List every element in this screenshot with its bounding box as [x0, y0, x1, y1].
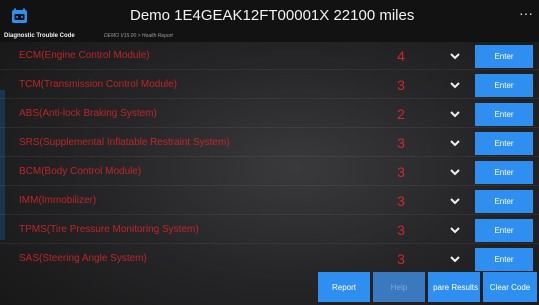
chevron-down-icon[interactable]	[449, 195, 461, 207]
system-name: ABS(Anti-lock Braking System)	[19, 108, 157, 119]
list-item[interactable]: BCM(Body Control Module) 3 Enter	[0, 159, 539, 186]
chevron-down-icon[interactable]	[449, 79, 461, 91]
breadcrumb-bar: Diagnostic Trouble Code DEMO V15.00 > He…	[0, 33, 539, 42]
system-name: ECM(Engine Control Module)	[19, 50, 150, 61]
fault-count: 3	[397, 251, 405, 267]
section-title: Diagnostic Trouble Code	[4, 33, 75, 39]
breadcrumb: DEMO V15.00 > Health Report	[104, 33, 173, 39]
chevron-down-icon[interactable]	[449, 108, 461, 120]
chevron-down-icon[interactable]	[449, 137, 461, 149]
compare-results-button[interactable]: pare Results	[428, 272, 480, 302]
fault-count: 3	[397, 135, 405, 151]
help-button[interactable]: Help	[373, 272, 425, 302]
fault-count: 3	[397, 164, 405, 180]
enter-button[interactable]: Enter	[475, 132, 533, 155]
fault-count: 4	[397, 48, 405, 64]
system-name: IMM(Immobilizer)	[19, 195, 97, 206]
chevron-down-icon[interactable]	[449, 166, 461, 178]
clear-code-button[interactable]: Clear Code	[483, 272, 537, 302]
enter-button[interactable]: Enter	[475, 248, 533, 271]
enter-button[interactable]: Enter	[475, 103, 533, 126]
enter-button[interactable]: Enter	[475, 45, 533, 68]
page-title: Demo 1E4GEAK12FT00001X 22100 miles	[130, 7, 415, 24]
list-item[interactable]: SRS(Supplemental Inflatable Restraint Sy…	[0, 130, 539, 157]
fault-count: 3	[397, 77, 405, 93]
list-item[interactable]: SAS(Steering Angle System) 3 Enter	[0, 246, 539, 273]
enter-button[interactable]: Enter	[475, 74, 533, 97]
enter-button[interactable]: Enter	[475, 219, 533, 242]
chevron-down-icon[interactable]	[449, 50, 461, 62]
chevron-down-icon[interactable]	[449, 253, 461, 265]
report-button[interactable]: Report	[318, 272, 370, 302]
system-name: TPMS(Tire Pressure Monitoring System)	[19, 224, 199, 235]
system-name: TCM(Transmission Control Module)	[19, 79, 177, 90]
system-name: BCM(Body Control Module)	[19, 166, 142, 177]
list-item[interactable]: IMM(Immobilizer) 3 Enter	[0, 188, 539, 215]
system-name: SAS(Steering Angle System)	[19, 253, 147, 264]
list-item[interactable]: ABS(Anti-lock Braking System) 2 Enter	[0, 101, 539, 128]
app-window: Demo 1E4GEAK12FT00001X 22100 miles ··· D…	[0, 0, 539, 305]
list-item[interactable]: ECM(Engine Control Module) 4 Enter	[0, 43, 539, 70]
app-home-icon[interactable]	[11, 8, 28, 25]
fault-count: 3	[397, 222, 405, 238]
list-item[interactable]: TPMS(Tire Pressure Monitoring System) 3 …	[0, 217, 539, 244]
chevron-down-icon[interactable]	[449, 224, 461, 236]
list-item[interactable]: TCM(Transmission Control Module) 3 Enter	[0, 72, 539, 99]
fault-count: 3	[397, 193, 405, 209]
more-options-icon[interactable]: ···	[519, 5, 533, 21]
bottom-toolbar: Report Help pare Results Clear Code	[0, 270, 539, 305]
enter-button[interactable]: Enter	[475, 190, 533, 213]
fault-count: 2	[397, 106, 405, 122]
system-name: SRS(Supplemental Inflatable Restraint Sy…	[19, 137, 230, 148]
title-bar: Demo 1E4GEAK12FT00001X 22100 miles ···	[0, 0, 539, 33]
enter-button[interactable]: Enter	[475, 161, 533, 184]
